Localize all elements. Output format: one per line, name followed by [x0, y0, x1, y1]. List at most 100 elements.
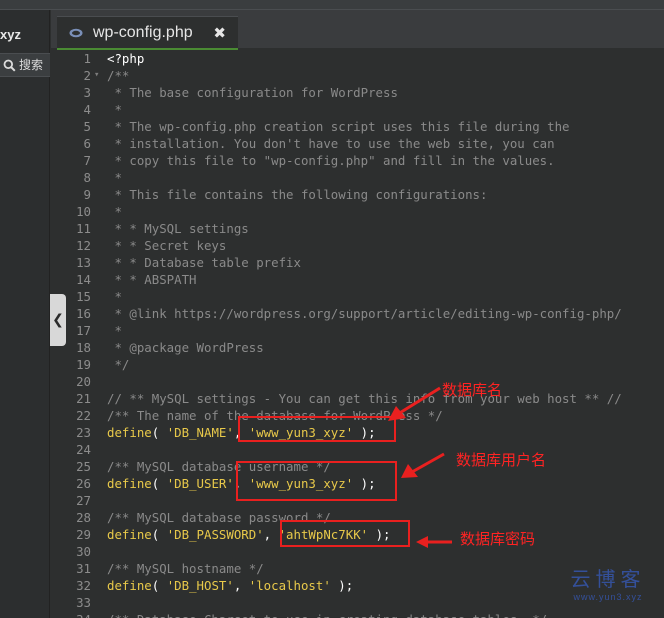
annotation-db-password: 数据库密码: [460, 530, 536, 548]
line-number: 7: [83, 153, 91, 168]
code-token: /**: [107, 68, 130, 83]
code-line: 1 <?php: [51, 50, 664, 67]
db-password-highlight: [280, 520, 410, 547]
fold-toggle-icon[interactable]: ▾: [94, 67, 99, 84]
code-line: 15 *: [51, 288, 664, 305]
line-number: 10: [76, 204, 91, 219]
code-token: (: [151, 527, 167, 542]
editor-tab-bar: wp-config.php ✖: [51, 10, 664, 50]
line-text: * @package WordPress: [107, 339, 264, 356]
code-token: (: [151, 578, 167, 593]
tab-wp-config[interactable]: wp-config.php ✖: [57, 16, 238, 50]
watermark-main: 云博客: [570, 567, 646, 591]
code-line: 13 * * Database table prefix: [51, 254, 664, 271]
line-number: 32: [76, 578, 91, 593]
code-line: 10 *: [51, 203, 664, 220]
left-tab-fragment[interactable]: xyz: [0, 20, 50, 50]
line-number: 27: [76, 493, 91, 508]
line-text: * * ABSPATH: [107, 271, 197, 288]
line-number: 13: [76, 255, 91, 270]
line-text: * * Database table prefix: [107, 254, 301, 271]
code-line: 24: [51, 441, 664, 458]
close-tab-icon[interactable]: ✖: [213, 24, 226, 42]
code-line: 14 * * ABSPATH: [51, 271, 664, 288]
line-text: * The wp-config.php creation script uses…: [107, 118, 570, 135]
line-text: /**: [107, 67, 129, 84]
code-token: * @link https://wordpress.org/support/ar…: [107, 306, 622, 321]
line-text: * @link https://wordpress.org/support/ar…: [107, 305, 622, 322]
code-line: 11 * * MySQL settings: [51, 220, 664, 237]
line-number: 34: [51, 611, 91, 618]
code-token: * * MySQL settings: [107, 221, 249, 236]
code-line: 3 * The base configuration for WordPress: [51, 84, 664, 101]
line-text: /** MySQL hostname */: [107, 560, 264, 577]
code-token: * This file contains the following confi…: [107, 187, 488, 202]
line-number: 28: [76, 510, 91, 525]
line-text: * This file contains the following confi…: [107, 186, 487, 203]
chevron-left-icon: ❮: [52, 312, 64, 328]
code-token: * * ABSPATH: [107, 272, 197, 287]
code-token: ,: [233, 578, 249, 593]
line-text: *: [107, 322, 122, 339]
code-token: define: [107, 476, 152, 491]
file-panel: xyz 搜索: [0, 10, 50, 618]
code-token: /** MySQL hostname */: [107, 561, 264, 576]
annotation-db-user: 数据库用户名: [456, 451, 547, 469]
code-line: 16 * @link https://wordpress.org/support…: [51, 305, 664, 322]
search-label: 搜索: [19, 58, 44, 72]
line-text: *: [107, 288, 122, 305]
code-token: * @package WordPress: [107, 340, 264, 355]
code-line: 8 *: [51, 169, 664, 186]
code-line: 17 *: [51, 322, 664, 339]
annotation-db-name: 数据库名: [442, 381, 503, 399]
line-text: * * MySQL settings: [107, 220, 249, 237]
code-token: * installation. You don't have to use th…: [107, 136, 555, 151]
code-token: 'DB_NAME': [166, 425, 234, 440]
code-token: 'DB_PASSWORD': [166, 527, 264, 542]
watermark-sub: www.yun3.xyz: [573, 592, 643, 602]
code-token: /** Database Charset to use in creating …: [107, 612, 547, 618]
code-line: 34 /** Database Charset to use in creatin…: [51, 611, 664, 618]
line-text: /** Database Charset to use in creating …: [107, 611, 547, 618]
line-number: 31: [76, 561, 91, 576]
line-text: * * Secret keys: [107, 237, 226, 254]
line-number: 30: [76, 544, 91, 559]
code-line: 21 // ** MySQL settings - You can get thi…: [51, 390, 664, 407]
search-button[interactable]: 搜索: [0, 53, 50, 77]
code-token: define: [107, 578, 152, 593]
line-number: 33: [76, 595, 91, 610]
line-number: 4: [83, 102, 91, 117]
line-number: 3: [83, 85, 91, 100]
code-token: 'localhost': [248, 578, 331, 593]
code-line: 4 *: [51, 101, 664, 118]
code-token: * The wp-config.php creation script uses…: [107, 119, 570, 134]
watermark: 云博客 www.yun3.xyz: [560, 566, 656, 610]
code-token: *: [107, 323, 122, 338]
db-name-highlight: [238, 416, 396, 442]
code-line: 19 */: [51, 356, 664, 373]
line-number: 25: [76, 459, 91, 474]
line-number: 29: [76, 527, 91, 542]
line-text: *: [107, 169, 122, 186]
collapse-panel-button[interactable]: ❮: [50, 294, 66, 346]
line-number: 24: [76, 442, 91, 457]
line-number: 26: [76, 476, 91, 491]
line-text: <?php: [107, 50, 144, 67]
db-name-arrow: [388, 386, 441, 421]
line-text: * The base configuration for WordPress: [107, 84, 397, 101]
code-token: * * Secret keys: [107, 238, 227, 253]
line-number: 21: [76, 391, 91, 406]
line-number: 19: [76, 357, 91, 372]
line-number: 8: [83, 170, 91, 185]
code-token: *: [107, 289, 122, 304]
code-token: 'DB_HOST': [166, 578, 234, 593]
line-number: 2: [83, 68, 91, 83]
code-token: */: [107, 357, 130, 372]
code-line: 9 * This file contains the following con…: [51, 186, 664, 203]
code-token: *: [107, 170, 122, 185]
code-token: );: [330, 578, 354, 593]
php-file-icon: [69, 28, 83, 37]
db-user-highlight: [236, 461, 397, 501]
code-token: (: [151, 476, 167, 491]
code-token: *: [107, 102, 122, 117]
